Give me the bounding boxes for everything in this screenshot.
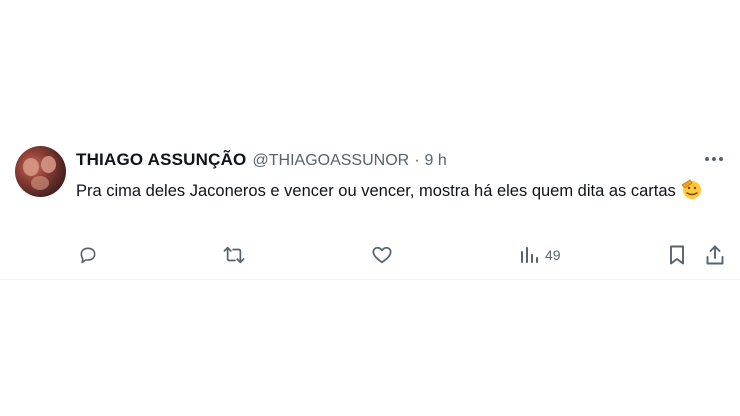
retweet-icon <box>222 245 246 265</box>
tweet[interactable]: THIAGO ASSUNÇÃO @THIAGOASSUNOR · 9 h Pra… <box>0 128 740 280</box>
tweet-text-content: Pra cima deles Jaconeros e vencer ou ven… <box>76 182 676 200</box>
views-icon <box>519 245 539 265</box>
tweet-header: THIAGO ASSUNÇÃO @THIAGOASSUNOR · 9 h <box>76 150 447 172</box>
like-button[interactable] <box>371 242 393 268</box>
timestamp[interactable]: 9 h <box>425 152 447 170</box>
reply-icon <box>78 245 98 265</box>
more-dot-icon <box>712 157 716 161</box>
bookmark-button[interactable] <box>668 242 686 268</box>
views-count: 49 <box>545 247 561 263</box>
avatar[interactable] <box>15 146 66 197</box>
display-name[interactable]: THIAGO ASSUNÇÃO <box>76 150 247 170</box>
share-button[interactable] <box>705 242 725 268</box>
more-options-button[interactable] <box>702 152 726 166</box>
more-dot-icon <box>719 157 723 161</box>
share-icon <box>705 244 725 266</box>
heart-icon <box>371 245 393 265</box>
separator-dot: · <box>414 152 420 169</box>
user-handle[interactable]: @THIAGOASSUNOR <box>253 152 410 170</box>
views-button[interactable]: 49 <box>519 242 561 268</box>
saluting-face-icon <box>680 178 702 207</box>
more-dot-icon <box>705 157 709 161</box>
reply-button[interactable] <box>78 242 98 268</box>
retweet-button[interactable] <box>222 242 246 268</box>
tweet-actions: 49 <box>0 242 740 268</box>
tweet-text: Pra cima deles Jaconeros e vencer ou ven… <box>76 178 716 207</box>
bookmark-icon <box>668 244 686 266</box>
